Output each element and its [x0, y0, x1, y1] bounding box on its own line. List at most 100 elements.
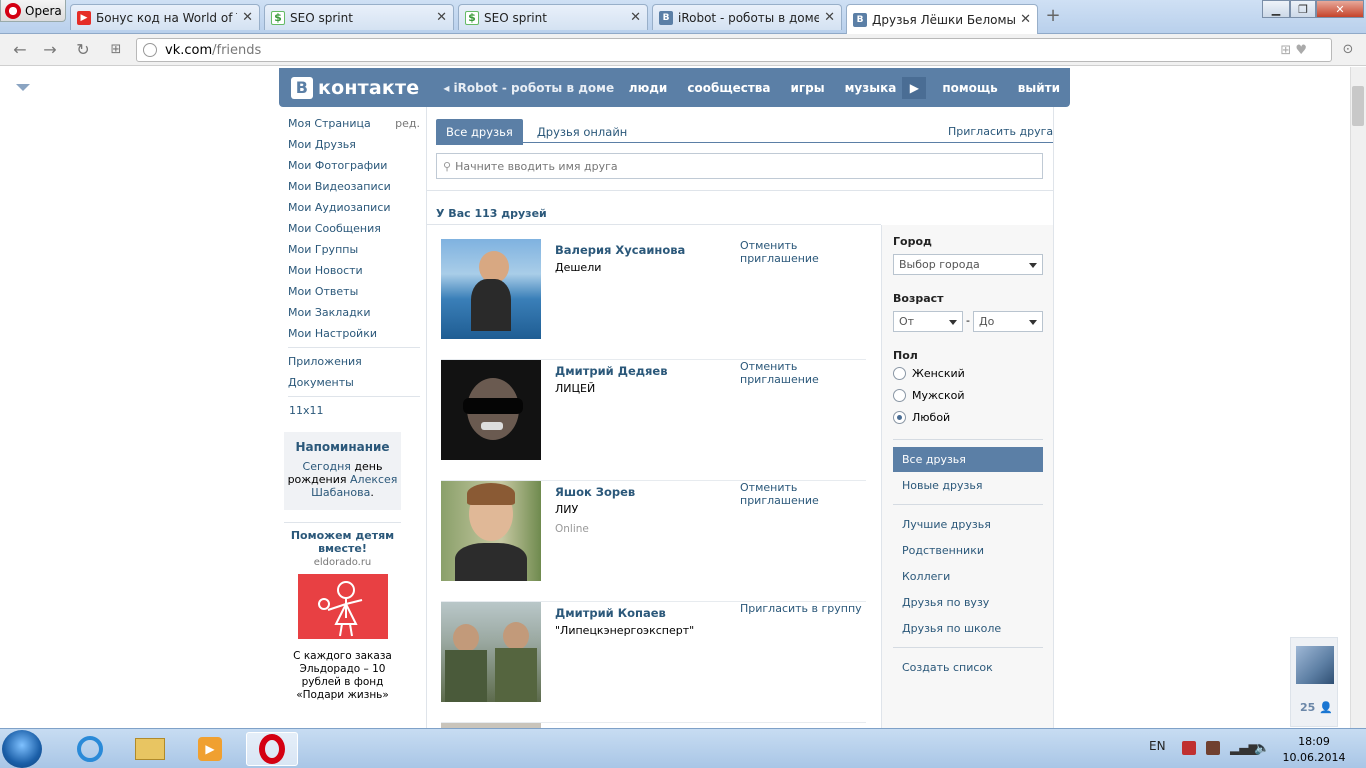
- menu-my-bookmarks[interactable]: Мои Закладки: [288, 306, 420, 327]
- list-best-friends[interactable]: Лучшие друзья: [893, 512, 1043, 537]
- close-tab-icon[interactable]: ✕: [824, 10, 835, 25]
- tab-title: Бонус код на World of Tanks: [96, 10, 237, 25]
- nav-people[interactable]: люди: [619, 81, 678, 95]
- reminder-today-link[interactable]: Сегодня: [303, 460, 351, 473]
- vertical-scrollbar[interactable]: [1350, 67, 1366, 728]
- back-icon[interactable]: ←: [10, 40, 30, 60]
- invite-to-group-link[interactable]: Пригласить в группу: [740, 602, 862, 615]
- nav-communities[interactable]: сообщества: [677, 81, 780, 95]
- taskbar-ie-icon[interactable]: [64, 732, 116, 766]
- taskbar-explorer-icon[interactable]: [124, 732, 176, 766]
- menu-my-photos[interactable]: Мои Фотографии: [288, 159, 420, 180]
- radio-icon: [893, 389, 906, 402]
- volume-icon[interactable]: 🔈: [1254, 741, 1270, 756]
- create-list-link[interactable]: Создать список: [893, 655, 1043, 680]
- system-clock[interactable]: 18:09 10.06.2014: [1282, 734, 1346, 766]
- download-icon[interactable]: ⊙: [1338, 40, 1358, 60]
- signal-icon[interactable]: ▂▄▆: [1230, 741, 1258, 755]
- cancel-invite-link[interactable]: Отменить приглашение: [740, 239, 866, 265]
- nav-help[interactable]: помощь: [932, 81, 1007, 95]
- browser-tab-5-active[interactable]: B Друзья Лёшки Беломытцева ✕: [846, 4, 1038, 34]
- menu-my-messages[interactable]: Мои Сообщения: [288, 222, 420, 243]
- age-from-value: От: [899, 315, 915, 328]
- list-colleagues[interactable]: Коллеги: [893, 564, 1043, 589]
- tray-app-icon[interactable]: [1206, 741, 1220, 755]
- friend-name-link[interactable]: Валерия Хусаинова: [555, 243, 685, 257]
- browser-tab-1[interactable]: ▶ Бонус код на World of Tanks ✕: [70, 4, 260, 30]
- menu-my-answers[interactable]: Мои Ответы: [288, 285, 420, 306]
- sex-female-radio[interactable]: Женский: [893, 367, 965, 380]
- url-input[interactable]: vk.com/friends ⊞ ♥: [136, 38, 1332, 62]
- chat-avatar[interactable]: [1296, 646, 1334, 684]
- friend-search-input[interactable]: ⚲ Начните вводить имя друга: [436, 153, 1043, 179]
- new-tab-button[interactable]: +: [1044, 7, 1062, 26]
- menu-my-page[interactable]: Моя Страница ред.: [288, 117, 420, 138]
- vk-logo[interactable]: В контакте: [291, 76, 419, 99]
- site-info-icon[interactable]: [143, 43, 157, 57]
- close-tab-icon[interactable]: ✕: [630, 10, 641, 25]
- music-play-icon[interactable]: ▶: [902, 76, 927, 99]
- menu-my-news[interactable]: Мои Новости: [288, 264, 420, 285]
- reload-icon[interactable]: ↻: [73, 40, 93, 60]
- close-tab-icon[interactable]: ✕: [242, 10, 253, 25]
- age-from-select[interactable]: От: [893, 311, 963, 332]
- menu-my-videos[interactable]: Мои Видеозаписи: [288, 180, 420, 201]
- filter-new-friends[interactable]: Новые друзья: [893, 473, 1043, 498]
- menu-my-settings[interactable]: Мои Настройки: [288, 327, 420, 343]
- sex-any-radio[interactable]: Любой: [893, 411, 950, 424]
- filter-all-friends[interactable]: Все друзья: [893, 447, 1043, 472]
- start-button[interactable]: [2, 730, 42, 768]
- ad-title[interactable]: Поможем детям вместе!: [284, 529, 401, 555]
- advert-block[interactable]: Поможем детям вместе! eldorado.ru С кажд…: [284, 522, 401, 702]
- opera-menu-button[interactable]: Opera: [0, 0, 66, 22]
- browser-tab-4[interactable]: B iRobot - роботы в доме ✕: [652, 4, 842, 30]
- minimize-button[interactable]: ▁: [1262, 0, 1290, 18]
- friend-name-link[interactable]: Дмитрий Копаев: [555, 606, 666, 620]
- city-select[interactable]: Выбор города: [893, 254, 1043, 275]
- taskbar-opera-icon[interactable]: [246, 732, 298, 766]
- taskbar-media-player-icon[interactable]: ▶: [184, 732, 236, 766]
- speed-dial-icon[interactable]: ⊞: [106, 40, 126, 60]
- friend-photo[interactable]: [441, 481, 541, 581]
- cancel-invite-link[interactable]: Отменить приглашение: [740, 360, 866, 386]
- close-window-button[interactable]: ✕: [1316, 0, 1364, 18]
- nav-music[interactable]: музыка: [835, 81, 903, 95]
- nav-games[interactable]: игры: [781, 81, 835, 95]
- close-tab-icon[interactable]: ✕: [1020, 12, 1031, 27]
- tab-title: SEO sprint: [290, 10, 353, 25]
- friend-photo[interactable]: [441, 602, 541, 702]
- close-tab-icon[interactable]: ✕: [436, 10, 447, 25]
- browser-tab-3[interactable]: $ SEO sprint ✕: [458, 4, 648, 30]
- list-relatives[interactable]: Родственники: [893, 538, 1043, 563]
- invite-friend-link[interactable]: Пригласить друга: [948, 125, 1053, 138]
- network-error-icon[interactable]: [1182, 741, 1196, 755]
- ad-drawing-image[interactable]: [297, 574, 388, 639]
- age-to-select[interactable]: До: [973, 311, 1043, 332]
- heart-icon[interactable]: ⊞ ♥: [1280, 43, 1307, 58]
- friend-row: Дмитрий Дедяев ЛИЦЕЙ Отменить приглашени…: [441, 360, 866, 481]
- browser-tab-2[interactable]: $ SEO sprint ✕: [264, 4, 454, 30]
- collapse-arrow-icon[interactable]: [16, 84, 30, 91]
- forward-icon[interactable]: →: [40, 40, 60, 60]
- friend-photo[interactable]: [441, 360, 541, 460]
- scrollbar-thumb[interactable]: [1352, 86, 1364, 126]
- sex-male-radio[interactable]: Мужской: [893, 389, 964, 402]
- menu-apps[interactable]: Приложения: [288, 355, 420, 376]
- friend-photo[interactable]: [441, 239, 541, 339]
- maximize-button[interactable]: ❐: [1290, 0, 1316, 18]
- back-to-group-link[interactable]: ◂ iRobot - роботы в доме: [443, 81, 614, 95]
- menu-documents[interactable]: Документы: [288, 376, 420, 392]
- edit-menu-link[interactable]: ред.: [395, 117, 420, 138]
- friend-name-link[interactable]: Яшок Зорев: [555, 485, 635, 499]
- friend-name-link[interactable]: Дмитрий Дедяев: [555, 364, 668, 378]
- menu-my-audio[interactable]: Мои Аудиозаписи: [288, 201, 420, 222]
- list-school-friends[interactable]: Друзья по школе: [893, 616, 1043, 641]
- menu-my-groups[interactable]: Мои Группы: [288, 243, 420, 264]
- keyboard-language[interactable]: EN: [1149, 739, 1166, 753]
- chat-widget[interactable]: 25 👤: [1290, 637, 1338, 727]
- cancel-invite-link[interactable]: Отменить приглашение: [740, 481, 866, 507]
- menu-my-friends[interactable]: Мои Друзья: [288, 138, 420, 159]
- list-university-friends[interactable]: Друзья по вузу: [893, 590, 1043, 615]
- menu-game-11x11[interactable]: 11x11: [288, 404, 420, 425]
- nav-logout[interactable]: выйти: [1008, 81, 1070, 95]
